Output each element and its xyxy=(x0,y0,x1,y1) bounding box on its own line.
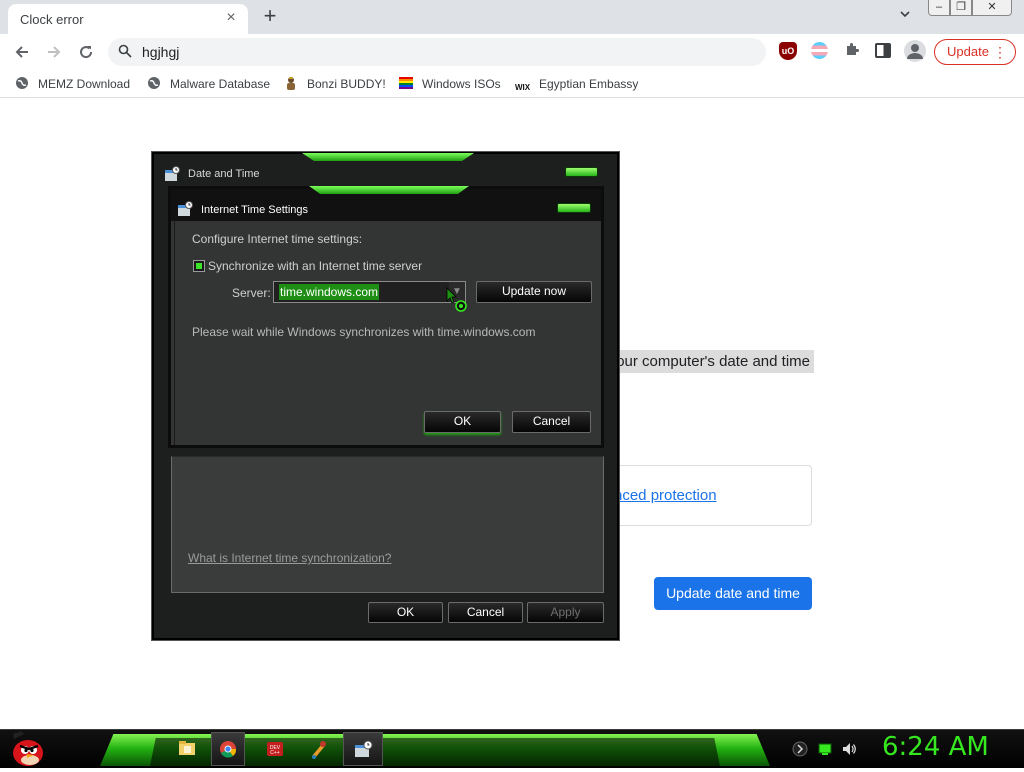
bookmark-malware-database[interactable]: Malware Database xyxy=(147,74,270,94)
bookmark-windows-isos[interactable]: Windows ISOs xyxy=(399,74,501,94)
dialog-title: Date and Time xyxy=(188,168,260,180)
back-arrow-icon xyxy=(15,46,28,58)
bookmark-memz-download[interactable]: MEMZ Download xyxy=(15,74,130,94)
reload-button[interactable] xyxy=(72,38,100,66)
title-glow-decoration xyxy=(302,153,474,161)
search-icon xyxy=(118,44,132,58)
settings-heading: Configure Internet time settings: xyxy=(192,232,363,246)
browser-tab-strip: Clock error × + – ❐ ✕ xyxy=(0,0,1024,34)
taskbar-date-time[interactable] xyxy=(343,732,383,766)
taskbar-devcpp[interactable]: DEV C++ xyxy=(258,732,292,766)
tab-title: Clock error xyxy=(20,12,84,27)
apply-button[interactable]: Apply xyxy=(527,602,604,623)
bookmark-label: Windows ISOs xyxy=(422,77,501,91)
sync-status-text: Please wait while Windows synchronizes w… xyxy=(192,325,536,339)
sync-checkbox-label: Synchronize with an Internet time server xyxy=(208,259,423,273)
back-button[interactable] xyxy=(8,38,36,66)
volume-icon[interactable] xyxy=(841,741,857,757)
tab-search-chevron-icon[interactable] xyxy=(895,8,915,26)
server-combobox[interactable]: time.windows.com ▼ xyxy=(273,281,466,303)
extensions-puzzle-icon[interactable] xyxy=(843,42,861,60)
forward-button[interactable] xyxy=(40,38,68,66)
busy-cursor-icon xyxy=(446,287,467,312)
bookmarks-bar: MEMZ Download Malware Database Bonzi BUD… xyxy=(0,70,1024,98)
address-bar[interactable]: hgjhgj xyxy=(108,38,766,66)
dialog-body: Configure Internet time settings: Synchr… xyxy=(174,221,601,445)
ok-button[interactable]: OK xyxy=(368,602,443,623)
window-close-button[interactable]: ✕ xyxy=(972,0,1012,16)
dialog-title: Internet Time Settings xyxy=(201,204,308,216)
date-time-icon xyxy=(355,740,373,757)
svg-text:C++: C++ xyxy=(270,750,280,756)
date-time-icon xyxy=(178,201,193,216)
sync-checkbox[interactable] xyxy=(193,260,205,272)
ok-button[interactable]: OK xyxy=(424,411,501,433)
browser-toolbar: hgjhgj uO Update ⋮ xyxy=(0,34,1024,70)
network-icon[interactable] xyxy=(817,741,833,757)
wix-icon: WIX xyxy=(515,83,531,92)
protection-panel: nced protection xyxy=(600,465,812,526)
bookmark-label: Egyptian Embassy xyxy=(539,77,639,91)
update-label: Update xyxy=(947,44,989,59)
menu-dots-icon: ⋮ xyxy=(993,44,1007,60)
server-value: time.windows.com xyxy=(279,284,380,300)
ublock-extension-icon[interactable]: uO xyxy=(779,42,797,60)
profile-avatar-icon[interactable] xyxy=(904,40,926,62)
side-panel-icon[interactable] xyxy=(875,43,891,58)
close-tab-icon[interactable]: × xyxy=(222,9,240,27)
address-text: hgjhgj xyxy=(142,44,180,60)
new-tab-button[interactable]: + xyxy=(259,4,281,28)
cancel-button[interactable]: Cancel xyxy=(512,411,591,433)
internet-time-help-link[interactable]: What is Internet time synchronization? xyxy=(188,551,391,565)
rainbow-flag-icon xyxy=(399,77,413,89)
title-glow-decoration xyxy=(309,186,469,194)
browser-tab[interactable]: Clock error × xyxy=(8,4,248,34)
chrome-icon xyxy=(220,741,237,758)
bonzi-icon xyxy=(287,77,295,90)
taskbar: DEV C++ 6:24 AM xyxy=(0,729,1024,768)
dialog-titlebar: Internet Time Settings xyxy=(171,186,601,221)
globe-icon xyxy=(16,77,28,89)
date-time-icon xyxy=(165,166,180,181)
window-restore-button[interactable]: ❐ xyxy=(950,0,972,16)
reload-icon xyxy=(80,46,93,59)
bookmark-label: MEMZ Download xyxy=(38,77,131,91)
window-close-pill[interactable] xyxy=(557,203,591,213)
paint-icon xyxy=(312,741,326,759)
explorer-icon xyxy=(179,741,195,755)
bookmark-label: Bonzi BUDDY! xyxy=(307,77,386,91)
cancel-button[interactable]: Cancel xyxy=(448,602,523,623)
chrome-update-button[interactable]: Update ⋮ xyxy=(934,39,1016,65)
dialog-panel: What is Internet time synchronization? xyxy=(171,456,604,593)
bookmark-label: Malware Database xyxy=(170,77,271,91)
taskbar-paint[interactable] xyxy=(302,732,336,766)
angry-bird-start-icon[interactable] xyxy=(6,727,48,769)
window-minimize-button[interactable]: – xyxy=(928,0,950,16)
bookmark-egyptian-embassy[interactable]: WIX Egyptian Embassy xyxy=(515,74,638,94)
bookmark-bonzi-buddy[interactable]: Bonzi BUDDY! xyxy=(284,74,386,94)
update-now-button[interactable]: Update now xyxy=(476,281,592,303)
internet-time-settings-dialog: Internet Time Settings Configure Interne… xyxy=(168,186,604,448)
window-close-pill[interactable] xyxy=(565,167,598,177)
trans-flag-extension-icon[interactable] xyxy=(811,42,828,59)
page-heading-fragment: our computer's date and time xyxy=(600,350,814,373)
tray-app-icon[interactable] xyxy=(792,741,808,757)
update-date-time-button[interactable]: Update date and time xyxy=(654,577,812,610)
devcpp-icon: DEVC++ xyxy=(267,742,283,756)
checkbox-checked-mark xyxy=(196,263,202,269)
taskbar-chrome[interactable] xyxy=(211,732,245,766)
taskbar-explorer[interactable] xyxy=(170,732,204,766)
globe-icon xyxy=(148,77,160,89)
server-label: Server: xyxy=(232,286,271,300)
taskbar-clock[interactable]: 6:24 AM xyxy=(882,732,989,762)
enhanced-protection-link[interactable]: nced protection xyxy=(614,487,717,504)
forward-arrow-icon xyxy=(48,46,61,58)
